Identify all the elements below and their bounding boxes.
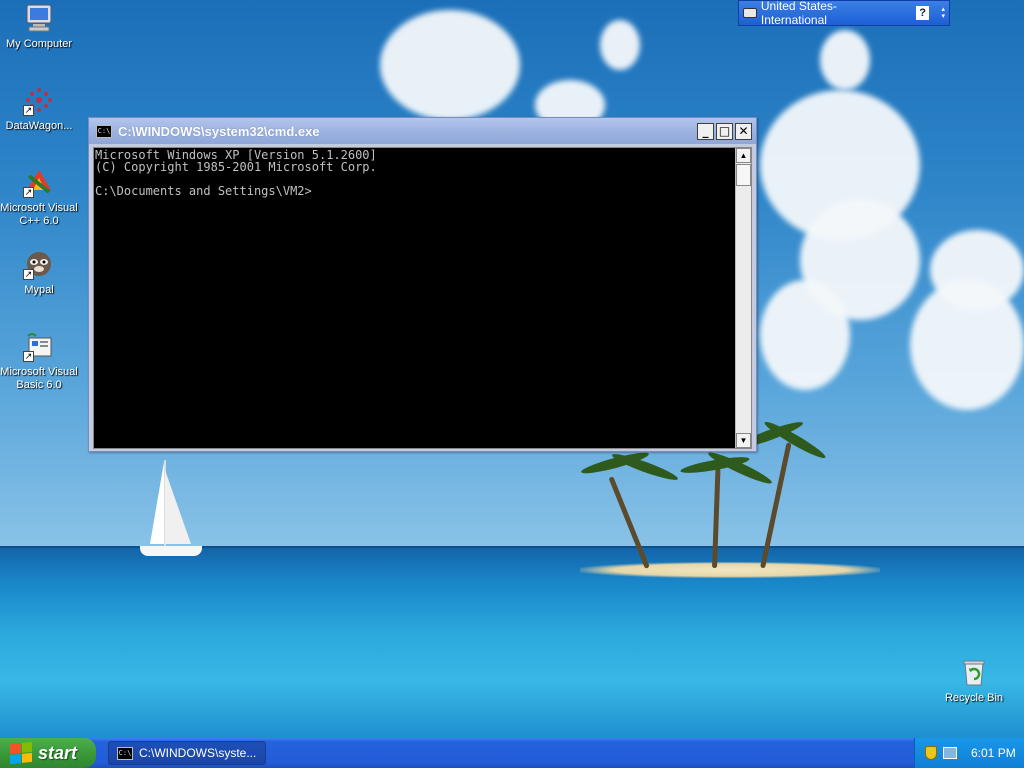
mypal-icon: ↗ — [23, 248, 55, 280]
window-titlebar[interactable]: C:\ C:\WINDOWS\system32\cmd.exe _ □ ✕ — [89, 118, 756, 144]
desktop-icon-label: My Computer — [5, 38, 73, 50]
console-line: (C) Copyright 1985-2001 Microsoft Corp. — [95, 160, 377, 174]
computer-icon — [23, 2, 55, 34]
wallpaper-island — [580, 562, 880, 578]
network-icon[interactable] — [943, 747, 957, 759]
desktop-icon-mypal[interactable]: ↗ Mypal — [0, 248, 79, 297]
boat-sail — [165, 470, 191, 544]
console-output[interactable]: Microsoft Windows XP [Version 5.1.2600](… — [94, 148, 736, 448]
desktop-icon-visual-cpp[interactable]: ↗ Microsoft Visual C++ 6.0 — [0, 166, 79, 228]
cmd-icon[interactable]: C:\ — [96, 124, 112, 138]
desktop-icon-label: Recycle Bin — [944, 692, 1004, 704]
desktop-icon-visual-basic[interactable]: ↗ Microsoft Visual Basic 6.0 — [0, 330, 79, 392]
taskbar: start C:\ C:\WINDOWS\syste... 6:01 PM — [0, 738, 1024, 768]
visual-basic-icon: ↗ — [23, 330, 55, 362]
maximize-button[interactable]: □ — [716, 122, 733, 140]
security-shield-icon[interactable] — [925, 746, 937, 760]
visual-cpp-icon: ↗ — [23, 166, 55, 198]
console-prompt: C:\Documents and Settings\VM2> — [95, 184, 312, 198]
wallpaper-cloud — [820, 30, 870, 90]
datawagon-icon: ↗ — [23, 84, 55, 116]
wallpaper-cloud — [930, 230, 1024, 310]
window-title: C:\WINDOWS\system32\cmd.exe — [118, 123, 320, 139]
desktop-icon-label: Microsoft Visual C++ 6.0 — [0, 202, 78, 227]
language-label[interactable]: United States-International — [761, 0, 902, 27]
desktop-icon-label: DataWagon... — [5, 120, 73, 132]
desktop-icon-datawagon[interactable]: ↗ DataWagon... — [0, 84, 79, 133]
wallpaper-cloud — [760, 280, 850, 390]
scroll-thumb[interactable] — [736, 164, 751, 186]
console-area[interactable]: Microsoft Windows XP [Version 5.1.2600](… — [93, 147, 752, 449]
shortcut-arrow-icon: ↗ — [23, 269, 34, 280]
cmd-window[interactable]: C:\ C:\WINDOWS\system32\cmd.exe _ □ ✕ Mi… — [88, 117, 757, 452]
close-button[interactable]: ✕ — [735, 122, 752, 140]
boat-hull — [140, 546, 202, 556]
scroll-down-button[interactable]: ▼ — [736, 433, 751, 448]
language-bar[interactable]: United States-International ? ▴ ▾ — [738, 0, 950, 27]
clock[interactable]: 6:01 PM — [971, 746, 1016, 760]
shortcut-arrow-icon: ↗ — [23, 187, 34, 198]
vertical-scrollbar[interactable]: ▲ ▼ — [735, 148, 751, 448]
taskbar-item-cmd[interactable]: C:\ C:\WINDOWS\syste... — [108, 741, 266, 765]
shortcut-arrow-icon: ↗ — [23, 105, 34, 116]
start-button[interactable]: start — [0, 738, 96, 768]
cmd-icon: C:\ — [117, 746, 133, 760]
scroll-up-button[interactable]: ▲ — [736, 148, 751, 163]
desktop-icon-label: Microsoft Visual Basic 6.0 — [0, 366, 78, 391]
wallpaper-cloud — [600, 20, 640, 70]
boat-sail — [150, 462, 164, 544]
shortcut-arrow-icon: ↗ — [23, 351, 34, 362]
taskbar-item-label: C:\WINDOWS\syste... — [139, 746, 257, 760]
start-label: start — [38, 742, 78, 763]
recycle-bin-icon — [958, 656, 990, 688]
desktop-icon-recycle-bin[interactable]: Recycle Bin — [934, 656, 1014, 705]
help-icon[interactable]: ? — [915, 6, 930, 20]
language-bar-options-icon[interactable]: ▴ ▾ — [941, 6, 945, 20]
desktop-icon-label: Mypal — [24, 284, 54, 296]
system-tray: 6:01 PM — [914, 738, 1024, 768]
wallpaper-cloud — [380, 10, 520, 120]
desktop-icon-my-computer[interactable]: My Computer — [0, 2, 79, 51]
windows-logo-icon — [10, 741, 32, 765]
keyboard-icon — [743, 8, 757, 18]
minimize-button[interactable]: _ — [697, 122, 714, 140]
